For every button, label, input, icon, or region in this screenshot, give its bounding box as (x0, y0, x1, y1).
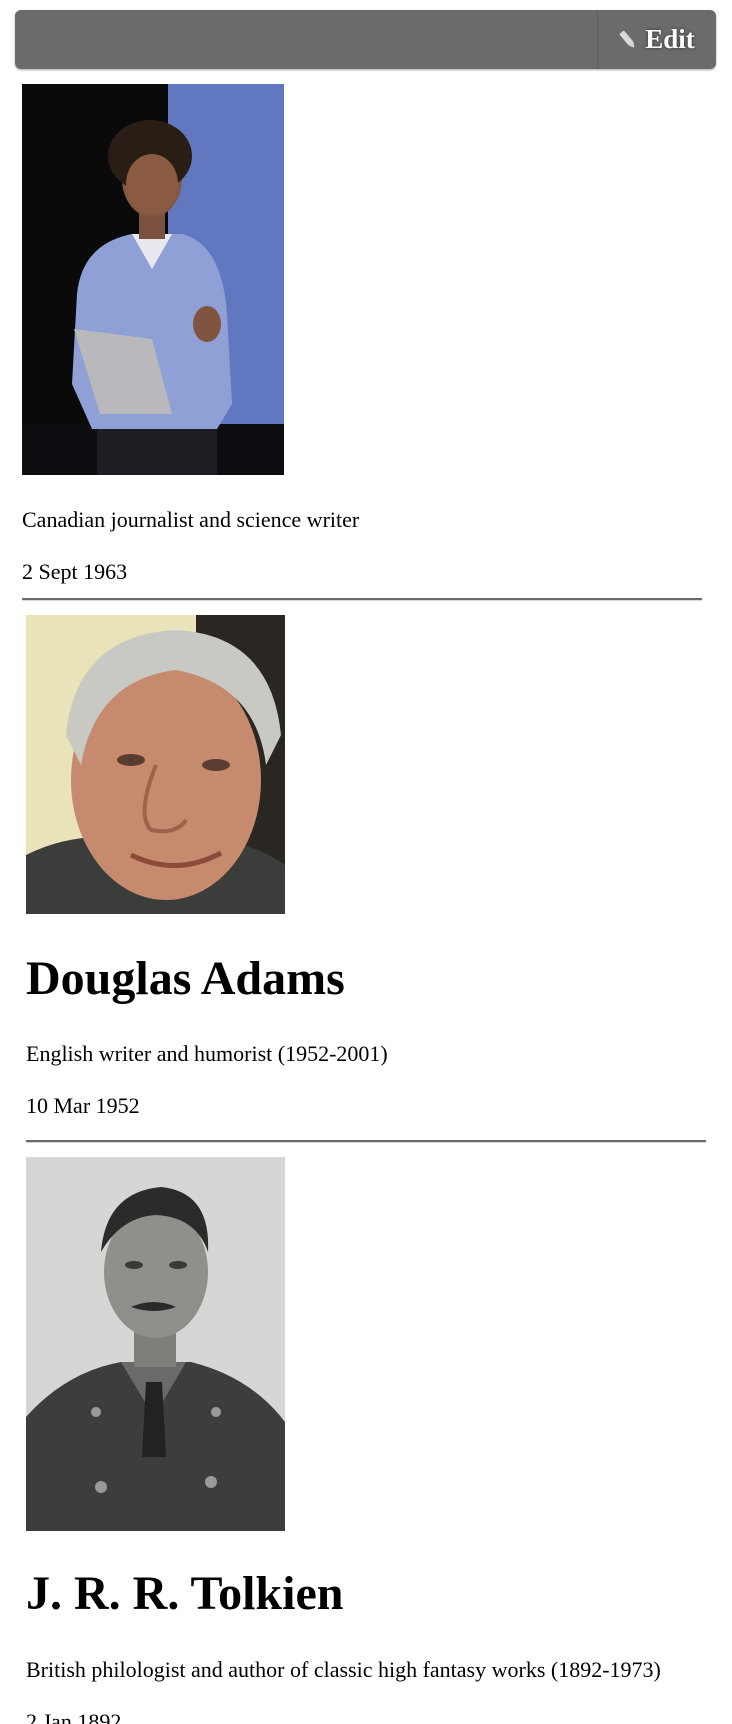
person-photo (22, 84, 284, 475)
pencil-icon (619, 29, 637, 51)
person-entry-1: Canadian journalist and science writer 2… (22, 84, 359, 583)
person-name: J. R. R. Tolkien (26, 1567, 344, 1620)
person-description: English writer and humorist (1952-2001) (26, 1041, 388, 1066)
edit-label: Edit (645, 24, 695, 54)
toolbar: Edit (15, 10, 716, 69)
person-date: 2 Sept 1963 (22, 559, 128, 584)
person-photo (26, 615, 285, 914)
person-entry-2: Douglas Adams English writer and humoris… (26, 615, 388, 1117)
person-date: 10 Mar 1952 (26, 1093, 140, 1118)
page: Edit Canadian journalist and science wri… (0, 0, 732, 1724)
edit-button[interactable]: Edit (597, 10, 716, 69)
person-date: 2 Jan 1892 (26, 1709, 122, 1724)
divider (26, 1140, 706, 1143)
person-description: Canadian journalist and science writer (22, 507, 360, 532)
person-name: Douglas Adams (26, 952, 345, 1005)
person-description: British philologist and author of classi… (26, 1657, 661, 1682)
divider (22, 598, 702, 601)
person-entry-3: J. R. R. Tolkien British philologist and… (26, 1157, 661, 1724)
person-photo (26, 1157, 285, 1531)
